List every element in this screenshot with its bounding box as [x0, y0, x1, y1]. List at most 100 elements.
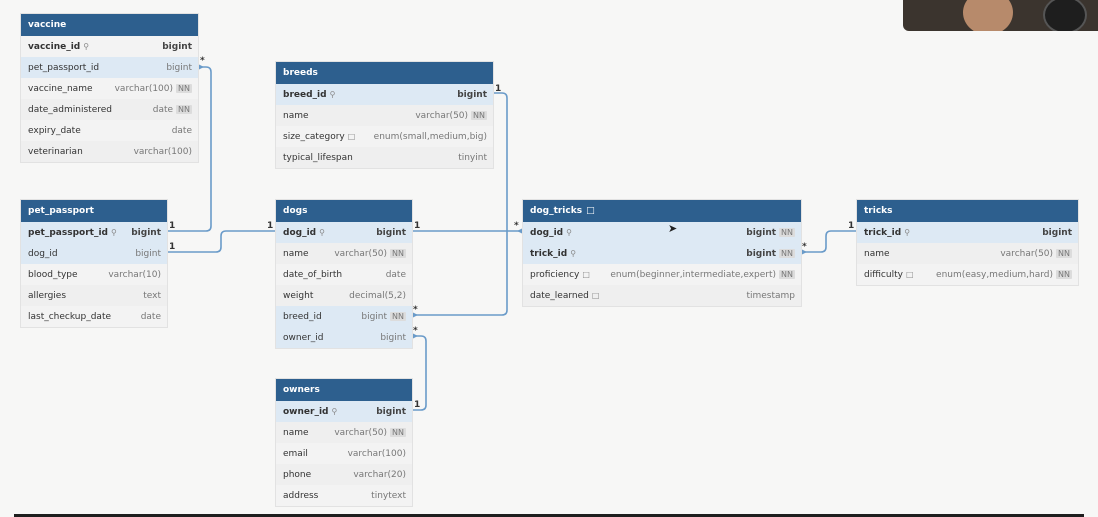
table-row[interactable]: owner_id bigint: [276, 327, 412, 348]
column-type: varchar(20): [353, 469, 406, 480]
column-meta: varchar(100): [134, 147, 192, 157]
table-header[interactable]: dog_tricks □: [523, 200, 801, 222]
table-tricks[interactable]: tricks trick_id ⚲ bigint name varchar(50) NN di…: [857, 200, 1078, 285]
column-name-text: name: [283, 248, 309, 259]
table-row[interactable]: weight decimal(5,2): [276, 285, 412, 306]
table-row[interactable]: size_category □ enum(small,medium,big): [276, 126, 493, 147]
table-vaccine[interactable]: vaccine vaccine_id ⚲ bigint pet_passport_id b…: [21, 14, 198, 162]
table-name: breeds: [283, 68, 318, 78]
column-type: varchar(50): [334, 248, 388, 259]
presenter-face: [963, 0, 1013, 31]
table-name: dog_tricks: [530, 206, 583, 216]
note-icon[interactable]: □: [906, 270, 914, 279]
table-row[interactable]: name varchar(50) NN: [276, 105, 493, 126]
table-row[interactable]: proficiency □ enum(beginner,intermediate,e…: [523, 264, 801, 285]
table-row[interactable]: address tinytext: [276, 485, 412, 506]
cardinality-many: *: [802, 242, 807, 252]
table-row[interactable]: name varchar(50) NN: [857, 243, 1078, 264]
table-row[interactable]: date_of_birth date: [276, 264, 412, 285]
column-type: tinyint: [458, 152, 487, 163]
table-row[interactable]: trick_id ⚲ bigint: [857, 222, 1078, 243]
column-name: phone: [283, 470, 311, 480]
table-row[interactable]: vaccine_name varchar(100) NN: [21, 78, 198, 99]
table-row[interactable]: difficulty □ enum(easy,medium,hard) NN: [857, 264, 1078, 285]
table-row[interactable]: pet_passport_id ⚲ bigint: [21, 222, 167, 243]
table-header[interactable]: pet_passport: [21, 200, 167, 222]
table-row[interactable]: pet_passport_id bigint: [21, 57, 198, 78]
table-dog-tricks[interactable]: dog_tricks □ dog_id ⚲ bigint NN trick_id ⚲ bigin…: [523, 200, 801, 306]
column-meta: bigint: [135, 249, 161, 259]
table-header[interactable]: dogs: [276, 200, 412, 222]
column-name-text: trick_id: [530, 248, 568, 259]
table-row[interactable]: allergies text: [21, 285, 167, 306]
column-meta: varchar(50) NN: [334, 428, 406, 438]
column-type: enum(easy,medium,hard): [936, 269, 1054, 280]
table-name: dogs: [283, 206, 308, 216]
table-row[interactable]: expiry_date date: [21, 120, 198, 141]
column-name-text: expiry_date: [28, 125, 81, 136]
column-name: pet_passport_id ⚲: [28, 228, 117, 238]
column-name-text: veterinarian: [28, 146, 83, 157]
table-dogs[interactable]: dogs dog_id ⚲ bigintname varchar(50) NN date_o…: [276, 200, 412, 348]
not-null-badge: NN: [779, 270, 795, 279]
column-type: bigint: [457, 89, 487, 100]
column-type: bigint: [1042, 227, 1072, 238]
table-row[interactable]: name varchar(50) NN: [276, 243, 412, 264]
column-type: tinytext: [371, 490, 406, 501]
column-name-text: name: [283, 110, 309, 121]
cardinality-one: 1: [267, 221, 274, 231]
table-row[interactable]: last_checkup_date date: [21, 306, 167, 327]
column-type: date: [385, 269, 406, 280]
table-row[interactable]: dog_id bigint: [21, 243, 167, 264]
column-type: bigint: [131, 227, 161, 238]
key-icon: ⚲: [110, 227, 117, 237]
column-name: date_learned □: [530, 291, 599, 301]
table-header[interactable]: vaccine: [21, 14, 198, 36]
table-row[interactable]: date_administered date NN: [21, 99, 198, 120]
column-type: bigint: [166, 62, 192, 73]
column-meta: bigint NN: [361, 312, 406, 322]
table-row[interactable]: breed_id bigint NN: [276, 306, 412, 327]
table-row[interactable]: phone varchar(20): [276, 464, 412, 485]
table-row[interactable]: breed_id ⚲ bigint: [276, 84, 493, 105]
table-row[interactable]: name varchar(50) NN: [276, 422, 412, 443]
table-row[interactable]: veterinarian varchar(100): [21, 141, 198, 162]
table-owners[interactable]: owners owner_id ⚲ bigint name varchar(50) NN em…: [276, 379, 412, 506]
table-header[interactable]: owners: [276, 379, 412, 401]
note-icon[interactable]: □: [582, 270, 590, 279]
note-icon[interactable]: □: [592, 291, 600, 300]
note-icon[interactable]: □: [348, 132, 356, 141]
table-row[interactable]: blood_type varchar(10): [21, 264, 167, 285]
table-row[interactable]: date_learned □ timestamp: [523, 285, 801, 306]
table-row[interactable]: owner_id ⚲ bigint: [276, 401, 412, 422]
column-meta: varchar(50) NN: [334, 249, 406, 259]
column-name: name: [283, 249, 309, 259]
table-row[interactable]: dog_id ⚲ bigint: [276, 222, 412, 243]
cardinality-one: 1: [495, 84, 502, 94]
not-null-badge: NN: [471, 111, 487, 120]
table-header[interactable]: tricks: [857, 200, 1078, 222]
column-type: bigint: [746, 248, 777, 259]
column-name: breed_id: [283, 312, 322, 322]
table-row[interactable]: trick_id ⚲ bigint NN: [523, 243, 801, 264]
table-pet-passport[interactable]: pet_passport pet_passport_id ⚲ bigint dog_id…: [21, 200, 167, 327]
table-row[interactable]: email varchar(100): [276, 443, 412, 464]
column-meta: bigint: [131, 228, 161, 238]
column-meta: bigint NN: [746, 228, 795, 238]
table-breeds[interactable]: breeds breed_id ⚲ bigint name varchar(50) NN si…: [276, 62, 493, 168]
note-icon[interactable]: □: [586, 206, 595, 216]
column-type: bigint: [380, 332, 406, 343]
table-header[interactable]: breeds: [276, 62, 493, 84]
column-name: typical_lifespan: [283, 153, 353, 163]
column-name: date_of_birth: [283, 270, 342, 280]
column-meta: bigint: [166, 63, 192, 73]
column-name-text: address: [283, 490, 319, 501]
column-name-text: date_of_birth: [283, 269, 343, 280]
table-row[interactable]: dog_id ⚲ bigint NN: [523, 222, 801, 243]
column-name-text: date_learned: [530, 290, 589, 301]
diagram-canvas[interactable]: * 1 1 1 1 * 1 * * 1 * 1 vaccine vaccine_i…: [0, 0, 1098, 517]
table-row[interactable]: typical_lifespan tinyint: [276, 147, 493, 168]
table-row[interactable]: vaccine_id ⚲ bigint: [21, 36, 198, 57]
column-name: last_checkup_date: [28, 312, 111, 322]
link-dog-tricks-tricks: [801, 230, 857, 253]
